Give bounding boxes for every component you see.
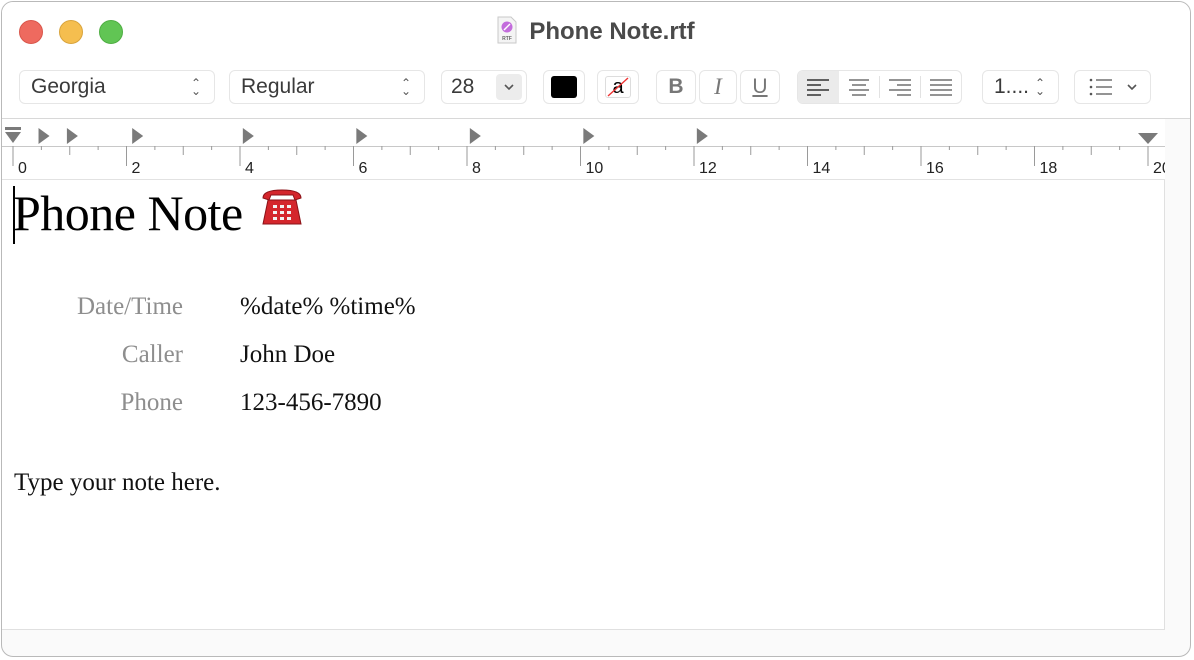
chevron-updown-icon: ⌃ ⌄ bbox=[1034, 76, 1046, 98]
document-heading: Phone Note bbox=[13, 182, 305, 242]
font-style-popup[interactable]: Regular ⌃ ⌄ bbox=[229, 70, 425, 104]
font-size-combobox[interactable]: 28 bbox=[441, 70, 527, 104]
first-line-indent-marker bbox=[5, 127, 21, 130]
justify-button[interactable] bbox=[921, 71, 961, 103]
text-color-swatch bbox=[551, 76, 577, 98]
left-indent-marker bbox=[5, 132, 21, 143]
ruler-label: 6 bbox=[359, 160, 368, 177]
tab-stop-marker bbox=[132, 128, 144, 144]
bold-button[interactable]: B bbox=[656, 70, 696, 104]
align-left-button[interactable] bbox=[798, 71, 839, 103]
tab-stop-marker bbox=[242, 128, 254, 144]
font-style-value: Regular bbox=[241, 75, 315, 98]
ruler-label: 0 bbox=[18, 160, 27, 177]
tab-stop-marker bbox=[469, 128, 481, 144]
ruler-label: 2 bbox=[132, 160, 141, 177]
underline-button[interactable]: U bbox=[740, 70, 780, 104]
ruler-label: 18 bbox=[1040, 160, 1058, 177]
tab-stop-marker bbox=[66, 128, 78, 144]
ruler-label: 12 bbox=[699, 160, 717, 177]
document-text-area[interactable]: Phone Note Date/Time %date% %time% Calle… bbox=[2, 180, 1165, 630]
ruler[interactable]: 0 2 4 6 8 10 12 14 16 18 20 bbox=[2, 119, 1165, 180]
ruler-label: 8 bbox=[472, 160, 481, 177]
font-family-value: Georgia bbox=[31, 75, 106, 98]
tab-stop-marker bbox=[356, 128, 368, 144]
svg-text:RTF: RTF bbox=[502, 36, 512, 42]
align-center-icon bbox=[848, 79, 869, 96]
field-value-phone: 123-456-7890 bbox=[240, 389, 382, 416]
text-color-button[interactable] bbox=[543, 70, 585, 104]
list-style-popup[interactable] bbox=[1074, 70, 1151, 104]
right-margin-marker bbox=[1138, 133, 1158, 144]
ruler-label: 4 bbox=[245, 160, 254, 177]
bullet-list-icon bbox=[1089, 78, 1112, 96]
font-family-popup[interactable]: Georgia ⌃ ⌄ bbox=[19, 70, 215, 104]
chevron-down-icon bbox=[1127, 84, 1137, 90]
chevron-down-icon[interactable] bbox=[496, 74, 522, 100]
align-left-icon bbox=[807, 79, 830, 96]
align-right-button[interactable] bbox=[880, 71, 921, 103]
field-label-caller: Caller bbox=[121, 341, 183, 368]
textedit-window: RTF Phone Note.rtf Georgia ⌃ ⌄ Regular ⌃ ⌄… bbox=[1, 1, 1191, 657]
tab-stop-marker bbox=[583, 128, 595, 144]
ruler-label: 16 bbox=[926, 160, 944, 177]
field-value-caller: John Doe bbox=[240, 341, 336, 368]
highlight-color-button[interactable]: a bbox=[597, 70, 639, 104]
ruler-marks: 0 2 4 6 8 10 12 14 16 18 20 bbox=[5, 127, 1165, 177]
chevron-updown-icon: ⌃ ⌄ bbox=[400, 76, 412, 98]
field-label-phone: Phone bbox=[120, 389, 184, 416]
line-spacing-value: 1.... bbox=[994, 75, 1030, 98]
align-right-icon bbox=[889, 79, 912, 96]
ruler-label: 20 bbox=[1153, 160, 1165, 177]
line-spacing-popup[interactable]: 1.... ⌃ ⌄ bbox=[982, 70, 1059, 104]
field-label-datetime: Date/Time bbox=[76, 293, 183, 320]
no-highlight-icon: a bbox=[605, 76, 631, 98]
align-center-button[interactable] bbox=[839, 71, 880, 103]
italic-button[interactable]: I bbox=[699, 70, 737, 104]
telephone-emoji-icon bbox=[259, 182, 305, 240]
font-size-value[interactable]: 28 bbox=[442, 75, 496, 99]
field-value-datetime: %date% %time% bbox=[240, 293, 416, 320]
document-body-text: Type your note here. bbox=[14, 469, 221, 496]
ruler-label: 10 bbox=[586, 160, 604, 177]
titlebar-toolbar-area: RTF Phone Note.rtf Georgia ⌃ ⌄ Regular ⌃ ⌄… bbox=[2, 2, 1190, 119]
justify-icon bbox=[930, 79, 953, 96]
chevron-updown-icon: ⌃ ⌄ bbox=[190, 76, 202, 98]
window-title-text: Phone Note.rtf bbox=[529, 18, 695, 45]
rtf-document-icon[interactable]: RTF bbox=[497, 16, 517, 44]
tab-stop-marker bbox=[696, 128, 708, 144]
tab-stop-marker bbox=[38, 128, 50, 144]
window-title: RTF Phone Note.rtf bbox=[2, 16, 1190, 46]
ruler-label: 14 bbox=[813, 160, 831, 177]
alignment-segmented-control bbox=[797, 70, 962, 104]
